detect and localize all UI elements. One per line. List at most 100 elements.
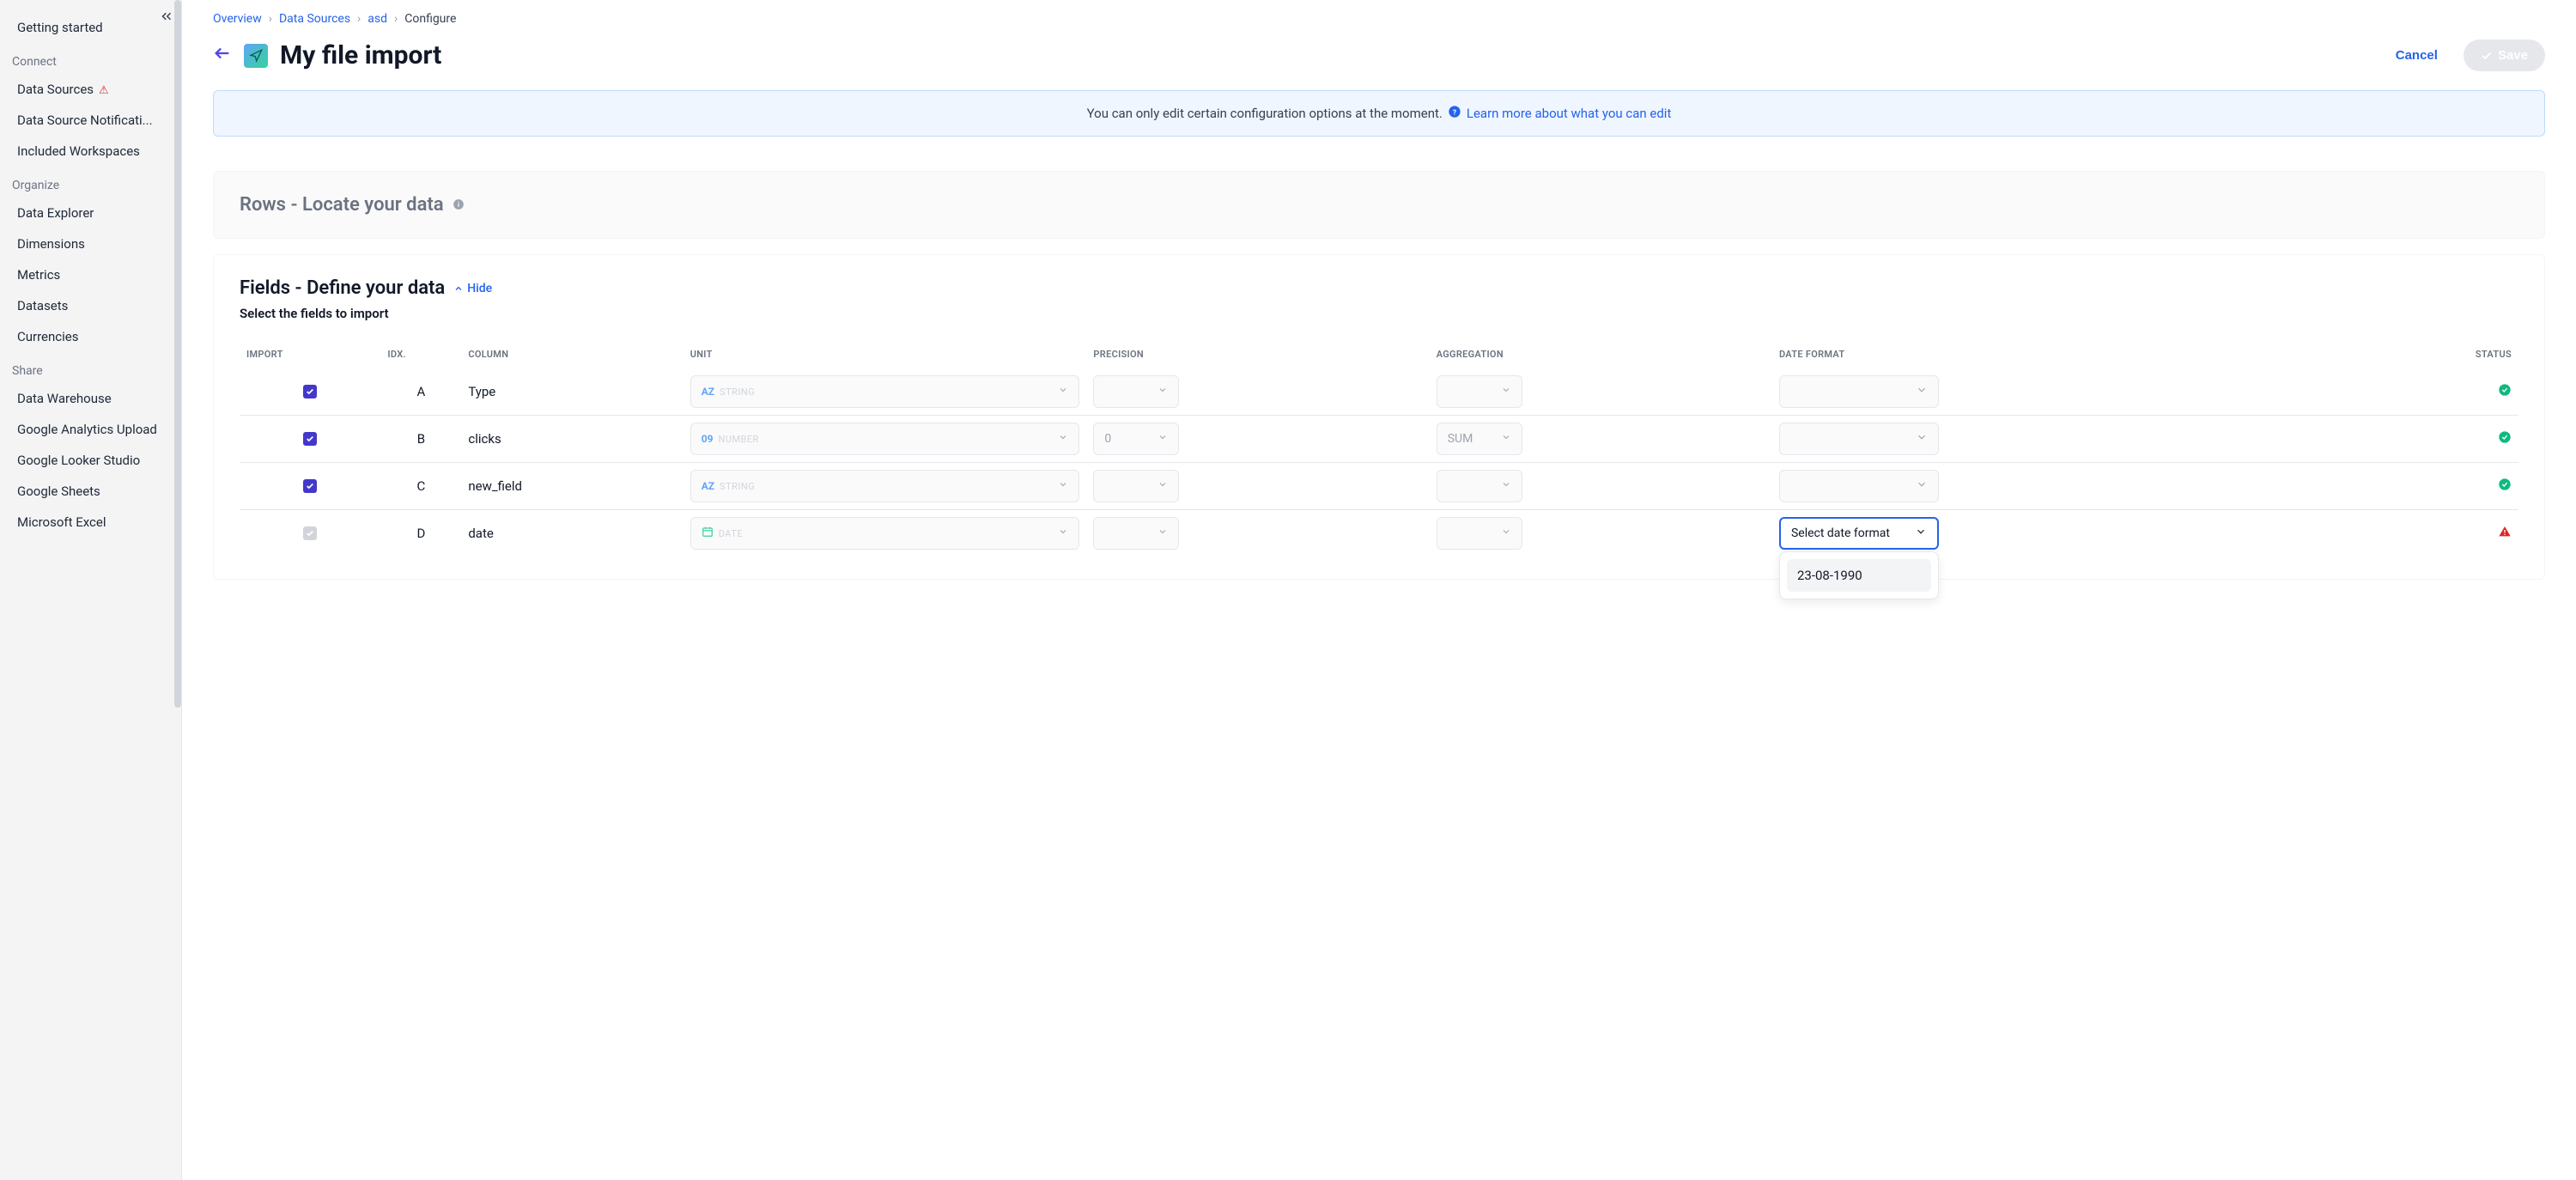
date-format-dropdown: 23-08-1990 [1779,551,1939,599]
table-row: Bclicks09NUMBER0SUM [240,416,2518,463]
rows-section-title-text: Rows - Locate your data [240,194,444,216]
chevron-right-icon: › [394,12,398,26]
unit-select[interactable]: DATE [690,517,1080,550]
column-name-cell: clicks [461,416,683,463]
learn-more-link[interactable]: Learn more about what you can edit [1467,106,1671,121]
aggregation-select[interactable] [1437,375,1522,408]
chevron-down-icon [1058,479,1068,493]
import-checkbox[interactable] [303,526,317,540]
import-checkbox[interactable] [303,432,317,446]
date-format-select[interactable] [1779,423,1939,455]
sidebar-item-google-looker-studio[interactable]: Google Looker Studio [0,445,181,476]
sidebar-section-connect: Connect [0,43,181,74]
date-format-select[interactable]: Select date format [1779,517,1939,550]
sidebar-item-getting-started[interactable]: Getting started [0,12,181,43]
sidebar-section-organize: Organize [0,167,181,198]
question-circle-icon[interactable]: ? [1448,105,1461,122]
precision-select[interactable] [1093,470,1179,502]
status-ok-icon [2498,479,2512,495]
hide-label: Hide [467,282,492,295]
unit-select[interactable]: AZ STRING [690,375,1080,408]
back-arrow-icon[interactable] [213,44,232,67]
hide-toggle[interactable]: Hide [453,282,492,295]
sidebar-item-google-sheets[interactable]: Google Sheets [0,476,181,507]
sidebar-item-data-explorer[interactable]: Data Explorer [0,198,181,228]
page-title: My file import [280,40,441,70]
th-unit: UNIT [683,340,1087,368]
calendar-icon [702,526,714,541]
status-error-icon [2498,526,2512,542]
import-checkbox[interactable] [303,479,317,493]
aggregation-select[interactable] [1437,517,1522,550]
chevron-right-icon: › [357,12,361,26]
date-format-option[interactable]: 23-08-1990 [1787,559,1931,592]
precision-select[interactable] [1093,517,1179,550]
sidebar-scrollbar[interactable] [174,0,181,1180]
precision-select[interactable] [1093,375,1179,408]
chevron-down-icon [1058,432,1068,446]
date-format-select[interactable] [1779,375,1939,408]
string-type-icon: AZ [702,386,714,398]
precision-select[interactable]: 0 [1093,423,1179,455]
save-button[interactable]: Save [2464,40,2545,71]
th-dateformat: DATE FORMAT [1772,340,2378,368]
idx-cell: D [380,510,461,557]
info-banner: You can only edit certain configuration … [213,90,2545,137]
sidebar-item-datasets[interactable]: Datasets [0,290,181,321]
aggregation-select[interactable]: SUM [1437,423,1522,455]
chevron-up-icon [453,283,464,294]
breadcrumb-asd[interactable]: asd [368,12,387,26]
unit-type-label: STRING [720,386,755,398]
sidebar-item-currencies[interactable]: Currencies [0,321,181,352]
chevron-down-icon [1157,526,1168,540]
unit-select[interactable]: AZSTRING [690,470,1080,502]
fields-section-title-text: Fields - Define your data [240,277,445,299]
chevron-down-icon [1916,478,1928,494]
info-icon[interactable] [453,194,465,216]
save-button-label: Save [2498,48,2528,63]
status-ok-icon [2498,432,2512,447]
sidebar-section-share: Share [0,352,181,383]
collapse-sidebar-icon[interactable] [159,9,174,27]
chevron-down-icon [1916,431,1928,447]
aggregation-select[interactable] [1437,470,1522,502]
breadcrumb-configure: Configure [404,12,456,26]
sidebar-item-data-source-notifications[interactable]: Data Source Notificati... [0,105,181,136]
th-idx: IDX. [380,340,461,368]
date-format-select[interactable] [1779,470,1939,502]
chevron-down-icon [1915,526,1927,541]
sidebar-item-microsoft-excel[interactable]: Microsoft Excel [0,507,181,538]
chevron-down-icon [1157,432,1168,446]
precision-value: 0 [1104,432,1111,446]
rows-section: Rows - Locate your data [213,171,2545,239]
unit-select[interactable]: 09NUMBER [690,423,1080,455]
string-type-icon: AZ [702,480,714,492]
check-icon [2481,50,2493,62]
breadcrumb-data-sources[interactable]: Data Sources [279,12,350,26]
breadcrumb: Overview › Data Sources › asd › Configur… [213,12,2545,26]
sidebar-item-google-analytics-upload[interactable]: Google Analytics Upload [0,414,181,445]
fields-section-title: Fields - Define your data Hide [240,277,2518,299]
import-checkbox[interactable] [303,385,317,398]
unit-type-label: NUMBER [718,434,758,445]
table-row: DdateDATESelect date format23-08-1990 [240,510,2518,557]
chevron-down-icon [1157,385,1168,398]
idx-cell: A [380,368,461,416]
cancel-button[interactable]: Cancel [2382,41,2451,70]
fields-section-subtitle: Select the fields to import [240,306,2518,321]
sidebar-item-dimensions[interactable]: Dimensions [0,228,181,259]
sidebar-item-data-warehouse[interactable]: Data Warehouse [0,383,181,414]
date-format-value: Select date format [1791,526,1890,540]
breadcrumb-overview[interactable]: Overview [213,12,262,26]
th-aggregation: AGGREGATION [1430,340,1772,368]
svg-text:?: ? [1453,108,1456,117]
th-status: STATUS [2378,340,2518,368]
sidebar-item-included-workspaces[interactable]: Included Workspaces [0,136,181,167]
status-ok-icon [2498,385,2512,400]
sidebar-item-metrics[interactable]: Metrics [0,259,181,290]
sidebar-item-data-sources[interactable]: Data Sources [0,74,181,105]
main-content: Overview › Data Sources › asd › Configur… [182,0,2576,1180]
table-row: ATypeAZSTRING [240,368,2518,416]
th-precision: PRECISION [1086,340,1429,368]
chevron-down-icon [1916,384,1928,399]
